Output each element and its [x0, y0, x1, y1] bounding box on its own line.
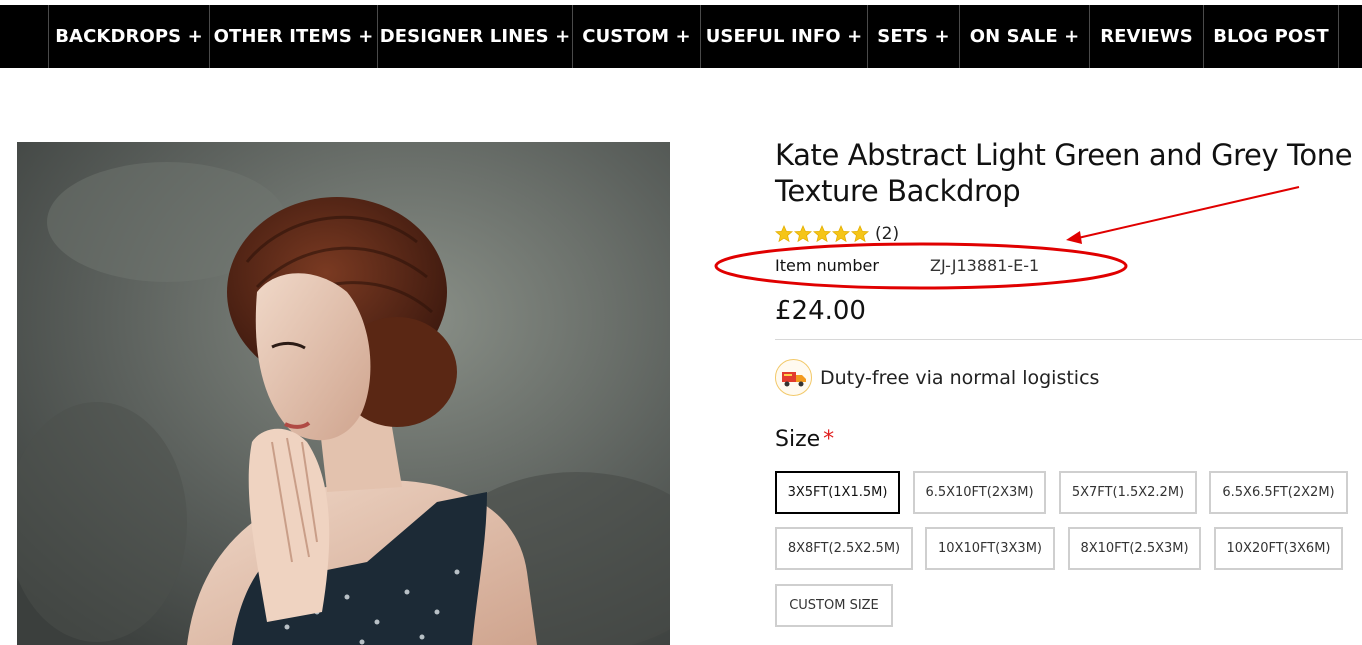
shipping-info: Duty-free via normal logistics — [775, 359, 1099, 396]
product-rating[interactable]: (2) — [775, 223, 899, 245]
item-number-value: ZJ-J13881-E-1 — [930, 255, 1040, 275]
item-number-row: Item number ZJ-J13881-E-1 — [775, 254, 1039, 276]
divider — [775, 339, 1362, 340]
star-icon — [832, 225, 850, 243]
nav-other-items[interactable]: OTHER ITEMS + — [209, 5, 377, 68]
product-image[interactable] — [17, 142, 670, 645]
size-option-3x5ft[interactable]: 3X5FT(1X1.5M) — [775, 471, 900, 514]
size-option-10x20ft[interactable]: 10X20FT(3X6M) — [1214, 527, 1343, 570]
size-option-10x10ft[interactable]: 10X10FT(3X3M) — [925, 527, 1055, 570]
size-option-custom[interactable]: CUSTOM SIZE — [775, 584, 893, 627]
star-icon — [851, 225, 869, 243]
size-label-text: Size — [775, 427, 821, 452]
size-label: Size * — [775, 427, 834, 452]
nav-designer-lines[interactable]: DESIGNER LINES + — [377, 5, 572, 68]
size-option-8x8ft[interactable]: 8X8FT(2.5X2.5M) — [775, 527, 913, 570]
delivery-truck-icon — [775, 359, 812, 396]
nav-useful-info[interactable]: USEFUL INFO + — [700, 5, 867, 68]
size-option-6-5x6-5ft[interactable]: 6.5X6.5FT(2X2M) — [1209, 471, 1348, 514]
rating-stars — [775, 225, 869, 243]
nav-on-sale[interactable]: ON SALE + — [959, 5, 1089, 68]
product-title: Kate Abstract Light Green and Grey Tone … — [775, 138, 1353, 208]
nav-reviews[interactable]: REVIEWS — [1089, 5, 1203, 68]
annotation-arrow-head — [1066, 231, 1082, 244]
star-icon — [794, 225, 812, 243]
nav-custom[interactable]: CUSTOM + — [572, 5, 700, 68]
size-option-6-5x10ft[interactable]: 6.5X10FT(2X3M) — [913, 471, 1046, 514]
required-mark: * — [823, 427, 835, 452]
size-option-8x10ft[interactable]: 8X10FT(2.5X3M) — [1068, 527, 1201, 570]
size-option-5x7ft[interactable]: 5X7FT(1.5X2.2M) — [1059, 471, 1197, 514]
review-count[interactable]: (2) — [875, 224, 899, 244]
nav-backdrops[interactable]: BACKDROPS + — [48, 5, 209, 68]
product-price: £24.00 — [775, 296, 866, 326]
shipping-text: Duty-free via normal logistics — [820, 366, 1100, 389]
nav-sets[interactable]: SETS + — [867, 5, 959, 68]
star-icon — [813, 225, 831, 243]
top-navigation: BACKDROPS + OTHER ITEMS + DESIGNER LINES… — [0, 5, 1362, 68]
item-number-label: Item number — [775, 255, 879, 275]
nav-blog-post[interactable]: BLOG POST — [1203, 5, 1339, 68]
star-icon — [775, 225, 793, 243]
